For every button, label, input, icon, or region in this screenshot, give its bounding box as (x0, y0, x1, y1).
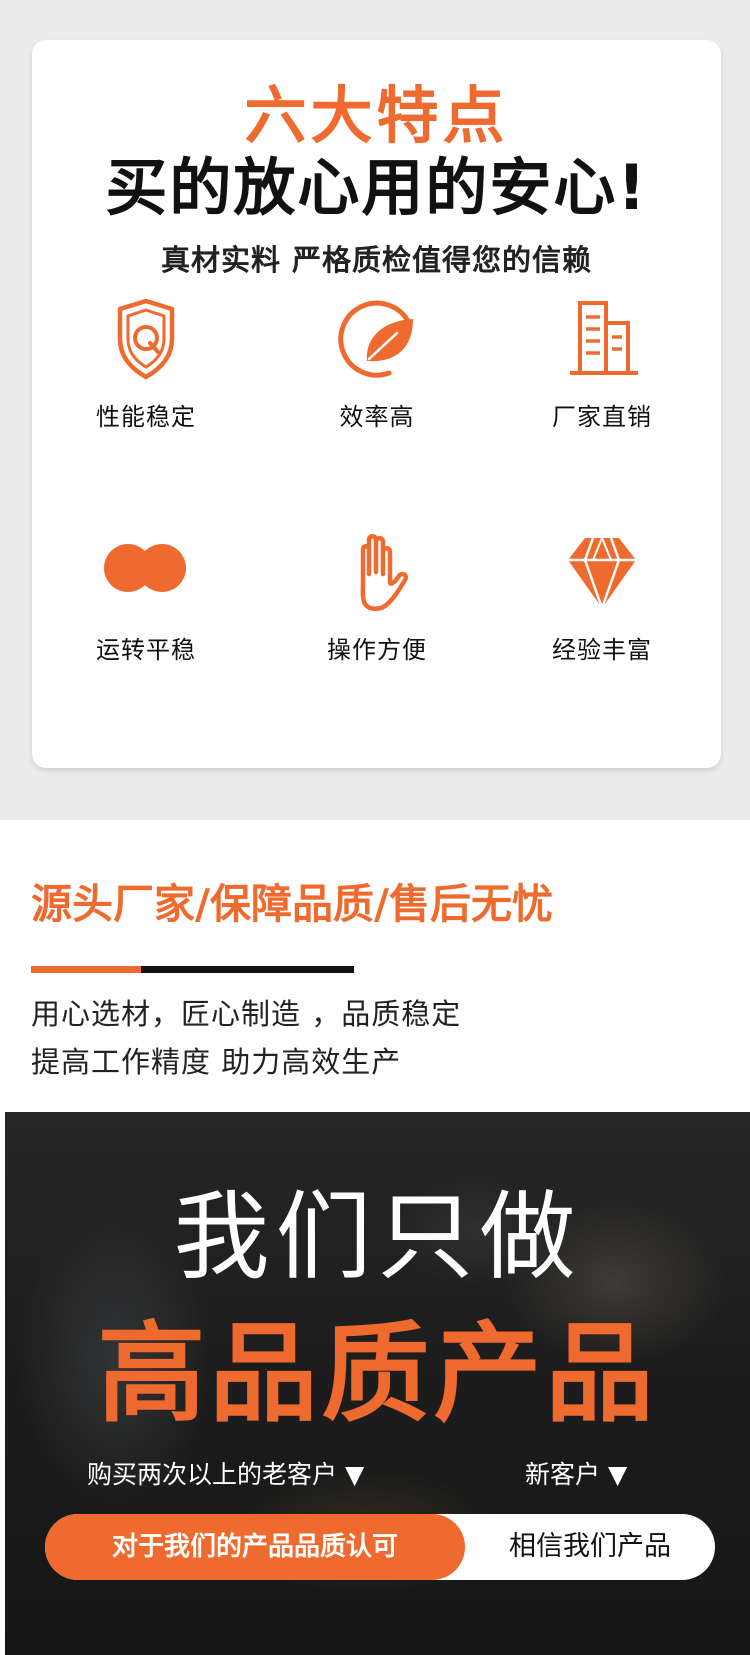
promo-banner: 我们只做 高品质产品 购买两次以上的老客户 ▼ 新客户 ▼ 对于我们的产品品质认… (5, 1112, 750, 1655)
leaf-circle-icon (338, 300, 413, 378)
quality-title: 源头厂家/保障品质/售后无忧 (31, 880, 553, 928)
pill-left-text: 对于我们的产品品质认可 (111, 1532, 398, 1562)
feature-label: 厂家直销 (552, 403, 652, 431)
features-panel: 六大特点 买的放心用的安心! 真材实料 严格质检值得您的信赖 性能稳定 效率高 (0, 0, 750, 820)
feature-label: 操作方便 (327, 636, 427, 664)
buildings-icon (570, 301, 638, 375)
feature-item: 效率高 (277, 295, 477, 433)
feature-item: 操作方便 (277, 528, 477, 666)
feature-label: 经验丰富 (552, 636, 652, 664)
features-subtitle: 真材实料 严格质检值得您的信赖 (160, 243, 593, 277)
feature-item: 经验丰富 (502, 528, 702, 666)
feature-label: 效率高 (339, 403, 415, 431)
hand-icon (360, 534, 408, 611)
quality-section: 源头厂家/保障品质/售后无忧 用心选材，匠心制造 ，品质稳定 提高工作精度 助力… (0, 820, 750, 1112)
divider-line (141, 966, 354, 973)
pill-right-text: 相信我们产品 (509, 1531, 671, 1562)
double-circle-icon (104, 544, 186, 592)
feature-item: 厂家直销 (502, 295, 702, 433)
quality-desc-line1: 用心选材，匠心制造 ，品质稳定 (31, 997, 462, 1031)
features-card: 六大特点 买的放心用的安心! 真材实料 严格质检值得您的信赖 性能稳定 效率高 (32, 40, 721, 768)
quality-desc-line2: 提高工作精度 助力高效生产 (31, 1045, 402, 1079)
feature-label: 运转平稳 (96, 636, 196, 664)
comparison-pill: 对于我们的产品品质认可 相信我们产品 (45, 1514, 715, 1580)
feature-item: 运转平稳 (46, 528, 246, 666)
shield-q-icon (117, 298, 175, 380)
diamond-icon (568, 537, 636, 609)
divider-accent (31, 966, 141, 973)
old-customer-label: 购买两次以上的老客户 ▼ (87, 1460, 365, 1489)
feature-item: 性能稳定 (46, 295, 246, 433)
banner-line1: 我们只做 (173, 1181, 582, 1293)
features-headline: 买的放心用的安心! (105, 151, 648, 224)
banner-line2: 高品质产品 (97, 1312, 658, 1437)
feature-label: 性能稳定 (96, 403, 196, 431)
new-customer-label: 新客户 ▼ (525, 1460, 628, 1489)
features-title: 六大特点 (244, 79, 509, 152)
